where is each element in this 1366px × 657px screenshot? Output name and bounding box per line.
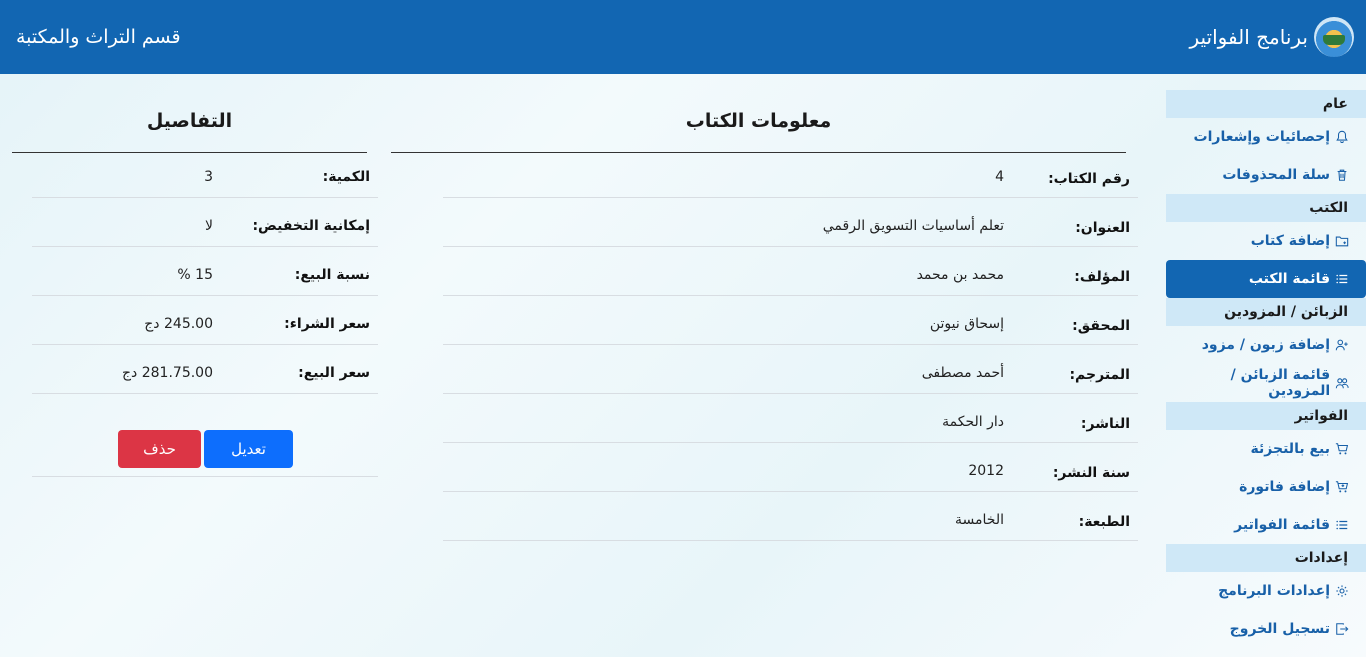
details-value: 15 % (177, 267, 213, 283)
sidebar-section-customers: الزبائن / المزودين (1166, 298, 1366, 326)
brand[interactable]: برنامج الفواتير (1189, 17, 1354, 57)
sidebar-item-label: سلة المحذوفات (1222, 167, 1330, 183)
details-label: سعر الشراء: (284, 316, 370, 332)
sidebar-item-add-customer[interactable]: إضافة زبون / مزود (1166, 326, 1366, 364)
sidebar-item-label: إعدادات البرنامج (1218, 583, 1330, 599)
sidebar-item-stats[interactable]: إحصائيات وإشعارات (1166, 118, 1366, 156)
logout-icon (1334, 621, 1350, 637)
sidebar-item-invoice-list[interactable]: قائمة الفواتير (1166, 506, 1366, 544)
list-icon (1334, 517, 1350, 533)
details-label: سعر البيع: (298, 365, 370, 381)
book-info-row: المحقق: إسحاق نيوتن (443, 296, 1138, 345)
trash-icon (1334, 167, 1350, 183)
book-info-value: دار الحكمة (942, 414, 1004, 430)
sidebar-item-label: إضافة فاتورة (1239, 479, 1330, 495)
person-add-icon (1334, 337, 1350, 353)
sidebar-item-label: إضافة كتاب (1250, 233, 1330, 249)
book-info-row: العنوان: تعلم أساسيات التسويق الرقمي (443, 198, 1138, 247)
book-info-row: المترجم: أحمد مصطفى (443, 345, 1138, 394)
book-info-label: سنة النشر: (1052, 465, 1130, 481)
sidebar-item-add-book[interactable]: إضافة كتاب (1166, 222, 1366, 260)
details-row: سعر البيع: 281.75.00 دج (32, 345, 378, 394)
book-info-label: المحقق: (1072, 318, 1130, 334)
book-info-value: 4 (995, 169, 1004, 185)
sidebar-item-label: إضافة زبون / مزود (1201, 337, 1330, 353)
book-info-title: معلومات الكتاب (685, 110, 832, 132)
details-row: نسبة البيع: 15 % (32, 247, 378, 296)
book-info-value: أحمد مصطفى (921, 365, 1004, 381)
book-info-value: تعلم أساسيات التسويق الرقمي (822, 218, 1004, 234)
details-value: 3 (204, 169, 213, 185)
details-value: لا (205, 218, 213, 234)
book-info-label: العنوان: (1075, 220, 1130, 236)
folder-plus-icon (1334, 233, 1350, 249)
department-title: قسم التراث والمكتبة (16, 26, 181, 48)
book-info-label: المترجم: (1069, 367, 1130, 383)
book-info-value: إسحاق نيوتن (929, 316, 1004, 332)
app-logo (1314, 17, 1354, 57)
sidebar-section-settings: إعدادات (1166, 544, 1366, 572)
book-info-row: رقم الكتاب: 4 (443, 149, 1138, 198)
details-row: سعر الشراء: 245.00 دج (32, 296, 378, 345)
cart-icon (1334, 441, 1350, 457)
edit-button[interactable]: تعديل (204, 430, 293, 468)
sidebar-item-label: قائمة الكتب (1248, 271, 1330, 287)
bell-icon (1334, 129, 1350, 145)
book-info-row: المؤلف: محمد بن محمد (443, 247, 1138, 296)
details-title: التفاصيل (146, 110, 233, 132)
sidebar-section-invoices: الفواتير (1166, 402, 1366, 430)
sidebar-item-label: قائمة الفواتير (1234, 517, 1330, 533)
buttons-divider (32, 476, 378, 477)
book-info-row: الطبعة: الخامسة (443, 492, 1138, 541)
book-info-row: سنة النشر: 2012 (443, 443, 1138, 492)
brand-title: برنامج الفواتير (1189, 25, 1308, 49)
cart-plus-icon (1334, 479, 1350, 495)
sidebar-item-customer-list[interactable]: قائمة الزبائن / المزودين (1166, 364, 1366, 402)
book-info-value: 2012 (968, 463, 1004, 479)
sidebar-section-books: الكتب (1166, 194, 1366, 222)
sidebar-item-label: إحصائيات وإشعارات (1193, 129, 1330, 145)
sidebar-item-book-list[interactable]: قائمة الكتب (1166, 260, 1366, 298)
details-value: 245.00 دج (144, 316, 213, 332)
sidebar-section-general: عام (1166, 90, 1366, 118)
details-row: الكمية: 3 (32, 149, 378, 198)
sidebar-item-trash[interactable]: سلة المحذوفات (1166, 156, 1366, 194)
sidebar-item-add-invoice[interactable]: إضافة فاتورة (1166, 468, 1366, 506)
delete-button[interactable]: حذف (118, 430, 201, 468)
sidebar-item-app-settings[interactable]: إعدادات البرنامج (1166, 572, 1366, 610)
sidebar-item-label: قائمة الزبائن / المزودين (1230, 367, 1331, 399)
book-info-label: الناشر: (1080, 416, 1130, 432)
book-info-label: المؤلف: (1074, 269, 1130, 285)
details-label: نسبة البيع: (294, 267, 370, 283)
details-row: إمكانية التخفيض: لا (32, 198, 378, 247)
people-icon (1334, 375, 1350, 391)
details-value: 281.75.00 دج (122, 365, 213, 381)
book-info-label: رقم الكتاب: (1048, 171, 1130, 187)
sidebar: عام إحصائيات وإشعارات سلة المحذوفات الكت… (1166, 90, 1366, 648)
sidebar-item-logout[interactable]: تسجيل الخروج (1166, 610, 1366, 648)
book-info-row: الناشر: دار الحكمة (443, 394, 1138, 443)
book-info-label: الطبعة: (1078, 514, 1130, 530)
sidebar-item-label: بيع بالتجزئة (1250, 441, 1330, 457)
sidebar-item-label: تسجيل الخروج (1229, 621, 1330, 637)
sidebar-item-retail-sale[interactable]: بيع بالتجزئة (1166, 430, 1366, 468)
list-icon (1334, 271, 1350, 287)
top-header: برنامج الفواتير قسم التراث والمكتبة (0, 0, 1366, 74)
book-info-value: الخامسة (955, 512, 1004, 528)
details-label: إمكانية التخفيض: (252, 218, 370, 234)
gear-icon (1334, 583, 1350, 599)
details-label: الكمية: (322, 169, 370, 185)
book-info-value: محمد بن محمد (916, 267, 1004, 283)
